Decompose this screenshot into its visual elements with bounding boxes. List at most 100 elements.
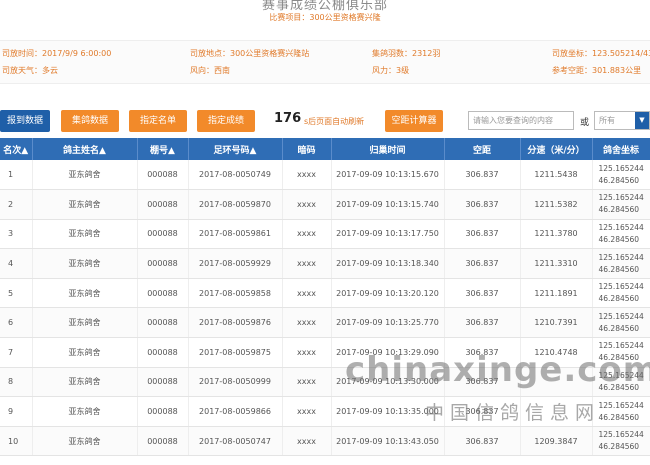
search-input[interactable]: 请输入您要查询的内容 bbox=[468, 111, 574, 130]
loft-cell: 000088 bbox=[137, 307, 189, 339]
sort-icon: ▲ bbox=[21, 145, 29, 156]
distance-cell: 306.837 bbox=[444, 307, 521, 339]
code-cell: xxxx bbox=[282, 278, 332, 309]
col-header-distance[interactable]: 空距 bbox=[444, 138, 521, 160]
rank-cell: 4 bbox=[0, 248, 33, 279]
watermark-latin: chinaxinge.com bbox=[345, 350, 650, 390]
wind-force: 风力：3级 bbox=[372, 66, 410, 75]
table-header-row: 名次▲ 鸽主姓名▲ 棚号▲ 足环号码▲ 暗码 归巢时间 空距 分速（米/分） 鸽… bbox=[0, 138, 650, 160]
table-row[interactable]: 1 亚东鸽舍 000088 2017-08-0050749 xxxx 2017-09-09… bbox=[0, 160, 650, 191]
designated-list-button[interactable]: 指定名单 bbox=[129, 110, 187, 132]
page-header: 赛事成绩公棚俱乐部 比赛项目：300公里资格赛兴隆 bbox=[0, 0, 650, 26]
owner-cell: 亚东鸽舍 bbox=[32, 307, 138, 339]
coord-cell: 125.165244 46.284560 bbox=[592, 396, 650, 427]
refresh-text: s后页面自动刷新 bbox=[304, 117, 365, 126]
designated-results-button[interactable]: 指定成绩 bbox=[197, 110, 255, 132]
code-cell: xxxx bbox=[282, 189, 332, 220]
rank-cell: 2 bbox=[0, 189, 33, 220]
coord-cell: 125.165244 46.284560 bbox=[592, 426, 650, 457]
table-row[interactable]: 2 亚东鸽舍 000088 2017-08-0059870 xxxx 2017-09-09… bbox=[0, 189, 650, 220]
ring-cell: 2017-08-0050747 bbox=[188, 426, 283, 457]
col-header-code[interactable]: 暗码 bbox=[282, 138, 332, 160]
rank-cell: 6 bbox=[0, 307, 33, 339]
owner-cell: 亚东鸽舍 bbox=[32, 278, 138, 309]
loft-cell: 000088 bbox=[137, 396, 189, 427]
speed-cell: 1209.3847 bbox=[520, 426, 593, 457]
wind-direction: 风向：西南 bbox=[190, 66, 230, 75]
release-time: 司放时间：2017/9/9 6:00:00 bbox=[2, 49, 112, 58]
speed-cell: 1211.3780 bbox=[520, 219, 593, 250]
col-header-owner[interactable]: 鸽主姓名▲ bbox=[32, 138, 138, 160]
col-header-coord[interactable]: 鸽舍坐标 bbox=[592, 138, 650, 160]
code-cell: xxxx bbox=[282, 160, 332, 191]
code-cell: xxxx bbox=[282, 426, 332, 457]
report-data-button[interactable]: 报到数据 bbox=[0, 110, 50, 132]
owner-cell: 亚东鸽舍 bbox=[32, 248, 138, 279]
release-weather: 司放天气：多云 bbox=[2, 66, 58, 75]
rank-cell: 5 bbox=[0, 278, 33, 309]
table-row[interactable]: 6 亚东鸽舍 000088 2017-08-0059876 xxxx 2017-09-09… bbox=[0, 307, 650, 339]
time-cell: 2017-09-09 10:13:25.770 bbox=[331, 307, 445, 339]
filter-select-value: 所有 bbox=[599, 116, 615, 125]
ring-cell: 2017-08-0059870 bbox=[188, 189, 283, 220]
coord-cell: 125.165244 46.284560 bbox=[592, 307, 650, 339]
chevron-down-icon[interactable]: ▼ bbox=[635, 112, 649, 129]
sort-icon: ▲ bbox=[168, 145, 175, 156]
code-cell: xxxx bbox=[282, 396, 332, 427]
time-cell: 2017-09-09 10:13:18.340 bbox=[331, 248, 445, 279]
code-cell: xxxx bbox=[282, 307, 332, 339]
or-label: 或 bbox=[580, 118, 590, 128]
rank-cell: 3 bbox=[0, 219, 33, 250]
distance-calculator-button[interactable]: 空距计算器 bbox=[385, 110, 443, 132]
distance-cell: 306.837 bbox=[444, 219, 521, 250]
speed-cell: 1211.5382 bbox=[520, 189, 593, 220]
collect-data-button[interactable]: 集鸽数据 bbox=[61, 110, 119, 132]
coord-cell: 125.165244 46.284560 bbox=[592, 189, 650, 220]
time-cell: 2017-09-09 10:13:17.750 bbox=[331, 219, 445, 250]
ring-cell: 2017-08-0050749 bbox=[188, 160, 283, 191]
loft-cell: 000088 bbox=[137, 337, 189, 368]
col-header-loft[interactable]: 棚号▲ bbox=[137, 138, 189, 160]
rank-cell: 10 bbox=[0, 426, 33, 457]
watermark-chinese: 中国信鸽信息网 bbox=[425, 402, 601, 424]
coord-cell: 125.165244 46.284560 bbox=[592, 278, 650, 309]
loft-cell: 000088 bbox=[137, 278, 189, 309]
distance-cell: 306.837 bbox=[444, 160, 521, 191]
coord-cell: 125.165244 46.284560 bbox=[592, 160, 650, 191]
table-row[interactable]: 10 亚东鸽舍 000088 2017-08-0050747 xxxx 2017-09-0… bbox=[0, 426, 650, 457]
distance-cell: 306.837 bbox=[444, 248, 521, 279]
rank-cell: 8 bbox=[0, 367, 33, 398]
time-cell: 2017-09-09 10:13:15.740 bbox=[331, 189, 445, 220]
distance-cell: 306.837 bbox=[444, 278, 521, 309]
sort-icon: ▲ bbox=[249, 145, 257, 156]
pigeon-count: 集鸽羽数：2312羽 bbox=[372, 49, 441, 58]
table-row[interactable]: 5 亚东鸽舍 000088 2017-08-0059858 xxxx 2017-09-09… bbox=[0, 278, 650, 309]
reference-distance: 参考空距：301.883公里 bbox=[552, 66, 642, 75]
col-header-ring[interactable]: 足环号码▲ bbox=[188, 138, 283, 160]
speed-cell: 1211.5438 bbox=[520, 160, 593, 191]
time-cell: 2017-09-09 10:13:43.050 bbox=[331, 426, 445, 457]
table-row[interactable]: 3 亚东鸽舍 000088 2017-08-0059861 xxxx 2017-09-09… bbox=[0, 219, 650, 250]
time-cell: 2017-09-09 10:13:15.670 bbox=[331, 160, 445, 191]
ring-cell: 2017-08-0059858 bbox=[188, 278, 283, 309]
col-header-time[interactable]: 归巢时间 bbox=[331, 138, 445, 160]
filter-select[interactable]: 所有 ▼ bbox=[594, 111, 650, 130]
owner-cell: 亚东鸽舍 bbox=[32, 426, 138, 457]
speed-cell: 1210.7391 bbox=[520, 307, 593, 339]
loft-cell: 000088 bbox=[137, 219, 189, 250]
release-place: 司放地点：300公里资格赛兴隆站 bbox=[190, 49, 310, 58]
table-row[interactable]: 4 亚东鸽舍 000088 2017-08-0059929 xxxx 2017-09-09… bbox=[0, 248, 650, 279]
coord-cell: 125.165244 46.284560 bbox=[592, 219, 650, 250]
ring-cell: 2017-08-0050999 bbox=[188, 367, 283, 398]
col-header-speed[interactable]: 分速（米/分） bbox=[520, 138, 593, 160]
release-coord: 司放坐标：123.505214/43.5 bbox=[552, 49, 650, 58]
rank-cell: 7 bbox=[0, 337, 33, 368]
ring-cell: 2017-08-0059875 bbox=[188, 337, 283, 368]
toolbar: 报到数据 集鸽数据 指定名单 指定成绩 176 s后页面自动刷新 空距计算器 请… bbox=[0, 108, 650, 134]
code-cell: xxxx bbox=[282, 367, 332, 398]
ring-cell: 2017-08-0059876 bbox=[188, 307, 283, 339]
owner-cell: 亚东鸽舍 bbox=[32, 189, 138, 220]
distance-cell: 306.837 bbox=[444, 426, 521, 457]
col-header-rank[interactable]: 名次▲ bbox=[0, 138, 33, 160]
ring-cell: 2017-08-0059861 bbox=[188, 219, 283, 250]
